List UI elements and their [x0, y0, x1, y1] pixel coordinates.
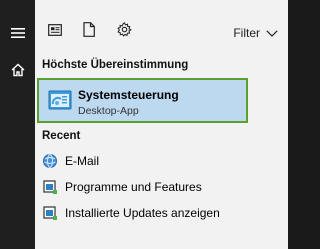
home-button[interactable] [0, 57, 35, 87]
apps-filter-button[interactable] [47, 24, 63, 40]
programs-icon [42, 179, 58, 195]
document-icon [83, 22, 95, 42]
recent-item-label: Installierte Updates anzeigen [65, 206, 220, 220]
filter-dropdown[interactable]: Filter [233, 26, 278, 40]
best-match-result[interactable]: Systemsteuerung Desktop-App [37, 78, 248, 123]
recent-item-updates[interactable]: Installierte Updates anzeigen [35, 201, 288, 225]
email-icon [42, 153, 58, 169]
recent-item-label: Programme und Features [65, 180, 202, 194]
documents-filter-button[interactable] [81, 22, 97, 42]
best-match-heading: Höchste Übereinstimmung [42, 59, 189, 71]
best-match-title: Systemsteuerung [78, 88, 179, 102]
filter-label: Filter [233, 26, 260, 40]
apps-icon [48, 23, 62, 41]
settings-filter-button[interactable] [116, 22, 132, 42]
hamburger-menu-button[interactable] [0, 20, 35, 50]
home-icon [11, 63, 25, 82]
hamburger-icon [10, 26, 25, 44]
search-window: Filter Höchste Übereinstimmung Systemste… [0, 0, 288, 249]
recent-item-programs[interactable]: Programme und Features [35, 175, 288, 199]
gear-icon [116, 22, 132, 42]
chevron-down-icon [266, 26, 278, 40]
recent-heading: Recent [42, 130, 81, 142]
search-results-panel: Filter Höchste Übereinstimmung Systemste… [35, 0, 288, 249]
recent-item-label: E-Mail [65, 154, 100, 168]
toolbar: Filter [35, 0, 288, 50]
recent-item-email[interactable]: E-Mail [35, 149, 288, 173]
start-rail [0, 0, 35, 249]
control-panel-icon [48, 90, 72, 110]
best-match-subtitle: Desktop-App [78, 105, 139, 117]
updates-icon [42, 205, 58, 221]
